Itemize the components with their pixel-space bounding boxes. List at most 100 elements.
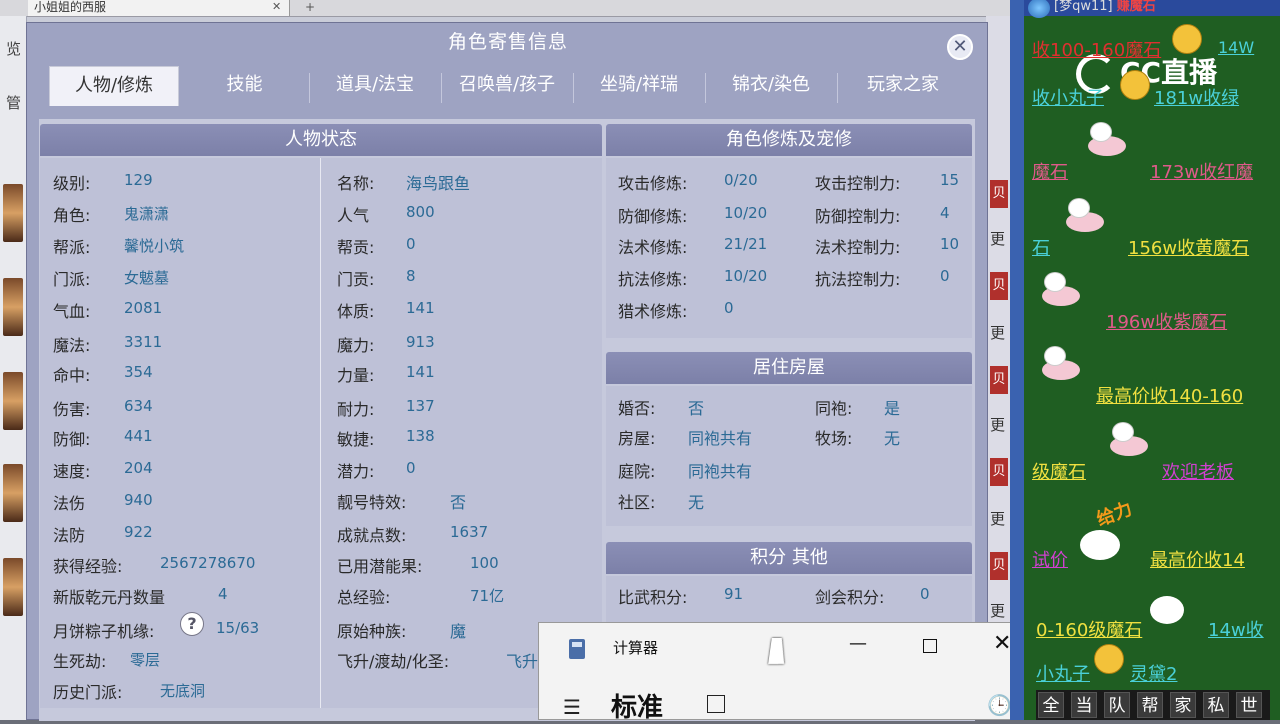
calculator-window[interactable]: 计算器 — ✕ ☰ 标准 🕒 xyxy=(538,622,1036,723)
field-label: 靓号特效: xyxy=(337,493,407,512)
field-label: 魔法: xyxy=(53,336,91,355)
chat-message[interactable]: 小丸子 xyxy=(1036,660,1090,686)
chat-message[interactable]: 最高价收14 xyxy=(1150,546,1245,572)
chat-message[interactable]: 灵黛2 xyxy=(1130,660,1177,686)
field-label: 牧场: xyxy=(815,429,853,448)
chat-message[interactable]: 级魔石 xyxy=(1032,458,1086,484)
chat-message[interactable]: 收小丸子 xyxy=(1032,84,1104,110)
chat-message[interactable]: 收100-160魔石 xyxy=(1032,36,1161,62)
field-value: 鬼潇潇 xyxy=(124,205,170,223)
chat-channel-button[interactable]: 帮 xyxy=(1137,692,1163,718)
chat-message[interactable]: 181w收绿 xyxy=(1154,84,1239,110)
chat-channel-button[interactable]: 私 xyxy=(1203,692,1229,718)
field-value: 800 xyxy=(406,203,435,221)
chat-message[interactable]: 14W xyxy=(1218,38,1254,57)
chat-message[interactable]: 欢迎老板 xyxy=(1162,458,1234,484)
field-value: 913 xyxy=(406,333,435,351)
character-portrait xyxy=(3,372,23,430)
tab-outfits[interactable]: 锦衣/染色 xyxy=(706,66,836,106)
right-side-badge[interactable]: 贝 xyxy=(990,552,1008,580)
browser-tab[interactable]: 小姐姐的西服 xyxy=(28,0,290,16)
field-value: 魔 xyxy=(450,622,467,641)
field-value: 0/20 xyxy=(724,171,758,189)
tab-mounts[interactable]: 坐骑/祥瑞 xyxy=(574,66,704,106)
chat-channel-button[interactable]: 全 xyxy=(1038,692,1064,718)
sheep-emoji-icon xyxy=(1104,422,1148,458)
field-value: 是 xyxy=(884,399,901,418)
minimize-icon[interactable]: — xyxy=(849,633,867,654)
field-label: 防御控制力: xyxy=(815,207,901,226)
field-value: 0 xyxy=(724,299,734,317)
field-value: 15/63 xyxy=(216,619,260,637)
chat-message[interactable]: 魔石 xyxy=(1032,158,1068,184)
section-header-housing: 居住房屋 xyxy=(606,352,972,384)
field-value: 0 xyxy=(406,235,416,253)
field-label: 飞升/渡劫/化圣: xyxy=(337,652,450,671)
tab-skills[interactable]: 技能 xyxy=(182,66,307,106)
chat-channel-button[interactable]: 当 xyxy=(1071,692,1097,718)
chat-message[interactable]: 173w收红魔 xyxy=(1150,158,1253,184)
right-side-badge[interactable]: 贝 xyxy=(990,180,1008,208)
field-label: 已用潜能果: xyxy=(337,557,423,576)
sheep-emoji-icon xyxy=(1082,122,1126,158)
field-label: 同袍: xyxy=(815,399,853,418)
keep-on-top-icon[interactable] xyxy=(707,695,725,713)
bubble-emoji-icon xyxy=(1080,530,1120,560)
field-value: 10/20 xyxy=(724,204,768,222)
maximize-icon[interactable] xyxy=(923,639,937,653)
field-label: 房屋: xyxy=(618,429,656,448)
chat-message[interactable]: 0-160级魔石 xyxy=(1036,616,1142,642)
right-side-badge[interactable]: 贝 xyxy=(990,272,1008,300)
field-label: 新版乾元丹数量 xyxy=(53,588,166,607)
tab-close-icon[interactable]: ✕ xyxy=(272,0,281,13)
chat-message[interactable]: 最高价收140-160 xyxy=(1096,382,1243,408)
help-icon[interactable]: ? xyxy=(180,612,204,636)
chat-message[interactable]: 196w收紫魔石 xyxy=(1106,308,1227,334)
chat-channel-button[interactable]: 世 xyxy=(1236,692,1262,718)
close-icon[interactable]: ✕ xyxy=(993,631,1011,656)
field-label: 人气 xyxy=(337,206,370,225)
housing-panel xyxy=(606,386,972,526)
field-label: 帮派: xyxy=(53,238,91,257)
chat-message[interactable]: 156w收黄魔石 xyxy=(1128,234,1249,260)
new-tab-icon[interactable]: + xyxy=(300,0,320,16)
field-label: 名称: xyxy=(337,174,375,193)
chat-message[interactable]: 14w收 xyxy=(1208,616,1264,642)
field-value: 137 xyxy=(406,397,435,415)
chat-message[interactable]: 试价 xyxy=(1032,546,1068,572)
section-header-points: 积分 其他 xyxy=(606,542,972,574)
field-value: 同袍共有 xyxy=(688,462,753,481)
menu-icon[interactable]: ☰ xyxy=(563,695,581,719)
chat-channel-button[interactable]: 家 xyxy=(1170,692,1196,718)
right-side-badge[interactable]: 贝 xyxy=(990,458,1008,486)
right-side-label: 更 xyxy=(990,416,1006,434)
tab-pets[interactable]: 召唤兽/孩子 xyxy=(442,66,572,106)
sheep-emoji-icon xyxy=(1036,272,1080,308)
tab-character[interactable]: 人物/修炼 xyxy=(49,66,179,106)
chat-edge xyxy=(1010,0,1024,720)
field-value: 零层 xyxy=(130,651,161,669)
field-label: 帮贡: xyxy=(337,238,375,257)
tab-items[interactable]: 道具/法宝 xyxy=(310,66,440,106)
field-label: 历史门派: xyxy=(53,683,123,702)
field-value: 129 xyxy=(124,171,153,189)
field-label: 体质: xyxy=(337,302,375,321)
field-label: 抗法修炼: xyxy=(618,270,688,289)
tab-home[interactable]: 玩家之家 xyxy=(838,66,968,106)
close-icon[interactable]: ✕ xyxy=(947,34,973,60)
chat-message[interactable]: 石 xyxy=(1032,234,1050,260)
right-side-badge[interactable]: 贝 xyxy=(990,366,1008,394)
character-portrait xyxy=(3,464,23,522)
field-label: 生死劫: xyxy=(53,652,107,671)
right-side-strip: 贝 更 贝 更 贝 更 贝 更 贝 更 xyxy=(986,16,1010,720)
sheep-emoji-icon xyxy=(1036,346,1080,382)
field-label: 敏捷: xyxy=(337,430,375,449)
chat-channel-button[interactable]: 队 xyxy=(1104,692,1130,718)
field-value: 无 xyxy=(884,429,901,448)
field-value: 441 xyxy=(124,427,153,445)
field-value: 0 xyxy=(920,585,930,603)
field-value: 馨悦小筑 xyxy=(124,237,185,255)
history-icon[interactable]: 🕒 xyxy=(987,693,1012,717)
left-side-strip: 览 管 xyxy=(0,16,27,720)
right-side-label: 更 xyxy=(990,602,1006,620)
